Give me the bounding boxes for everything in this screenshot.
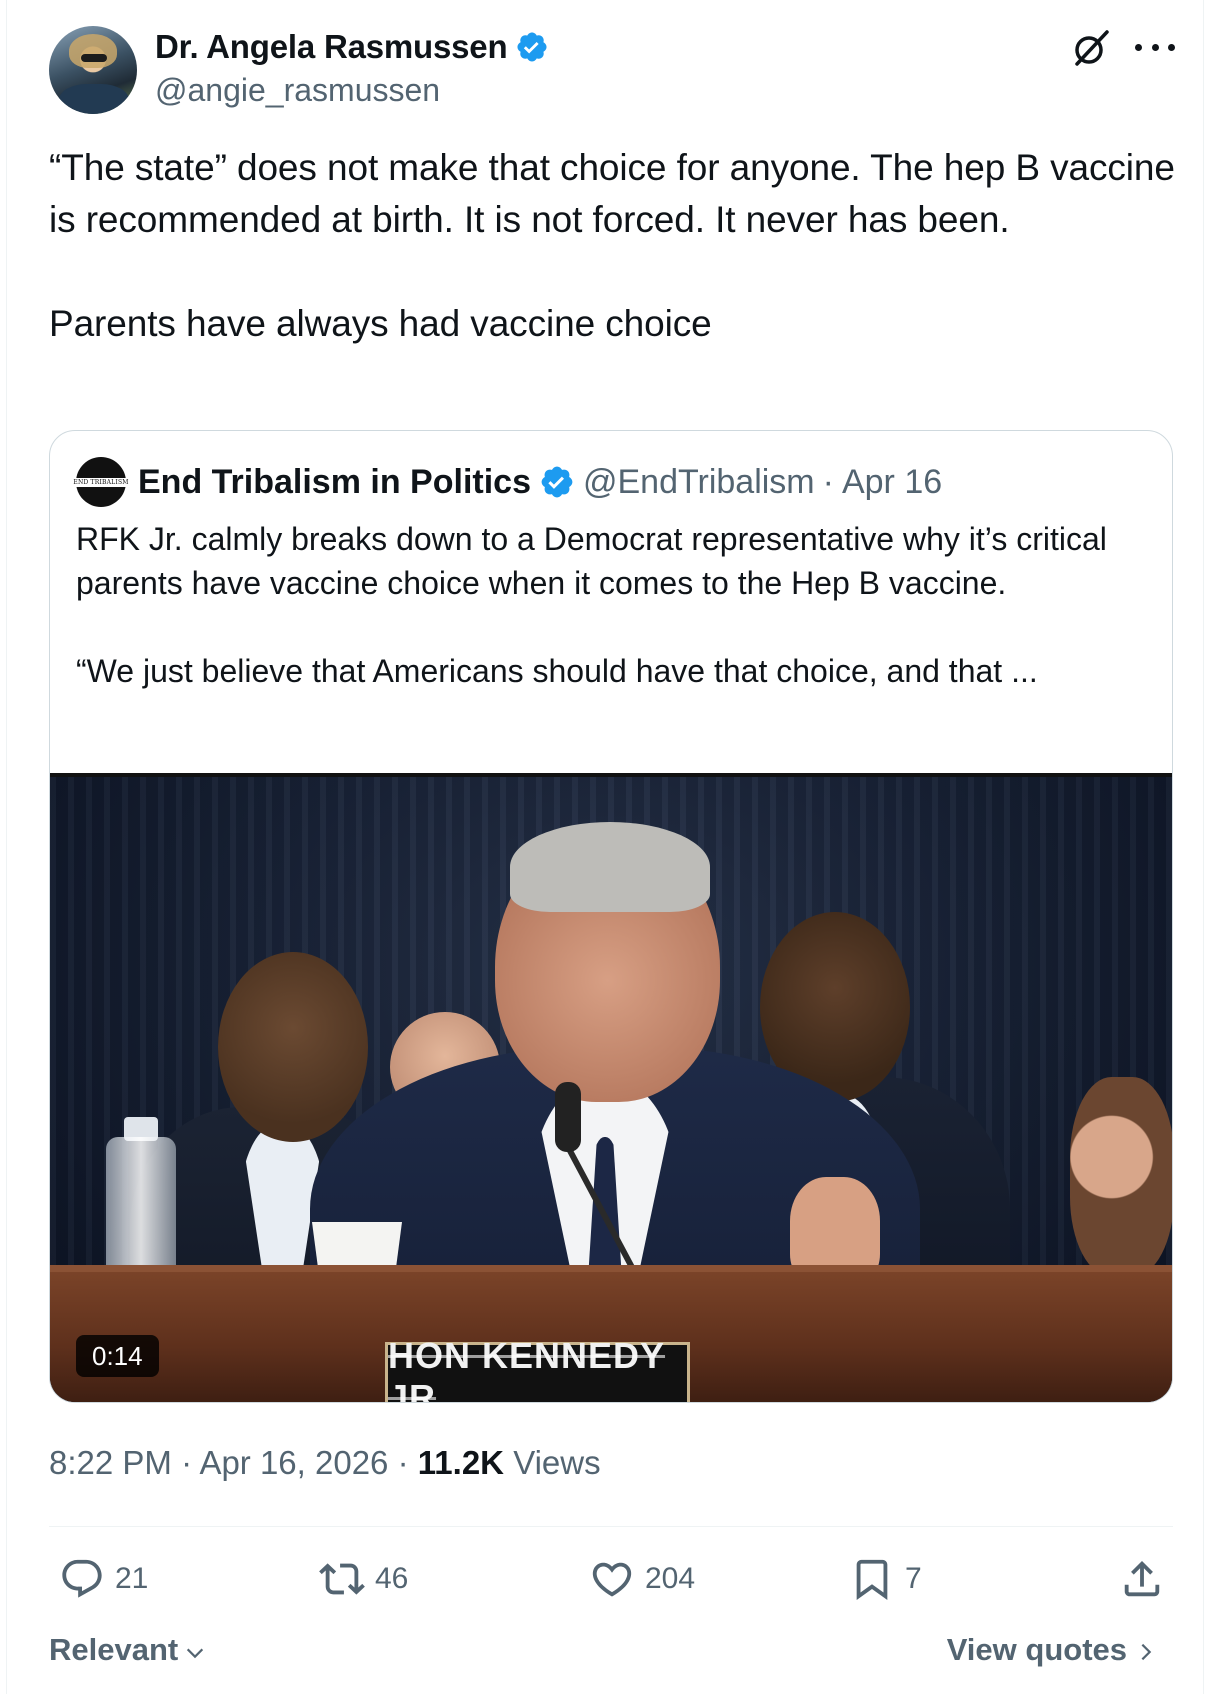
author-display-name[interactable]: Dr. Angela Rasmussen [155,28,508,66]
tweet-text: “The state” does not make that choice fo… [49,147,1175,344]
repost-button[interactable]: 46 [319,1556,408,1602]
verified-badge-icon [517,32,547,62]
bookmark-count: 7 [905,1562,922,1595]
view-quotes-label: View quotes [946,1632,1127,1667]
bookmark-button[interactable]: 7 [849,1556,922,1602]
video-player[interactable]: HON KENNEDY JR 0:14 [50,773,1172,1402]
quote-display-name[interactable]: End Tribalism in Politics [138,463,531,502]
like-button[interactable]: 204 [589,1556,695,1602]
sort-label: Relevant [49,1632,179,1667]
chevron-right-icon [1141,1643,1152,1661]
meta-separator: · [181,1444,193,1481]
author-handle[interactable]: @angie_rasmussen [155,72,440,109]
action-bar: 21 46 204 7 [49,1556,1173,1612]
chevron-down-icon [187,1648,204,1659]
quote-date[interactable]: Apr 16 [842,463,942,502]
share-button[interactable] [1119,1556,1165,1602]
views-count: 11.2K [417,1444,505,1481]
tweet-meta: 8:22 PM · Apr 16, 2026 · 11.2K Views [49,1444,601,1482]
quote-separator: · [822,462,834,501]
quote-text: RFK Jr. calmly breaks down to a Democrat… [76,521,1107,689]
reply-icon [62,1559,102,1598]
divider [49,1526,1173,1527]
view-quotes-link[interactable]: View quotes [947,1632,1157,1668]
tweet-time[interactable]: 8:22 PM [49,1444,172,1481]
author-name-row: Dr. Angela Rasmussen [155,28,549,66]
video-duration-badge: 0:14 [76,1335,159,1377]
like-icon [592,1562,632,1597]
more-icon[interactable] [1135,32,1175,62]
tweet-detail: Dr. Angela Rasmussen @angie_rasmussen “T… [6,0,1204,1694]
tweet-date[interactable]: Apr 16, 2026 [199,1444,388,1481]
grok-icon[interactable] [1069,26,1113,70]
quote-avatar-text: END TRIBALISM [70,477,132,487]
quoted-tweet[interactable]: END TRIBALISM End Tribalism in Politics … [49,430,1173,1403]
repost-icon [319,1563,365,1595]
views-label: Views [513,1444,601,1481]
reply-button[interactable]: 21 [59,1556,148,1602]
author-avatar[interactable] [49,26,137,114]
nameplate-text: HON KENNEDY JR [388,1334,666,1403]
quote-handle[interactable]: @EndTribalism [583,463,815,502]
verified-badge-icon [541,466,573,498]
like-count: 204 [645,1562,696,1595]
bookmark-icon [856,1559,888,1600]
reply-sort-dropdown[interactable]: Relevant [49,1632,206,1668]
reply-count: 21 [115,1562,149,1595]
repost-count: 46 [375,1562,409,1595]
quote-header: END TRIBALISM End Tribalism in Politics … [70,457,942,507]
video-nameplate: HON KENNEDY JR [385,1335,690,1402]
meta-separator: · [397,1444,409,1481]
share-icon [1124,1560,1160,1597]
quote-avatar[interactable]: END TRIBALISM [70,457,132,507]
